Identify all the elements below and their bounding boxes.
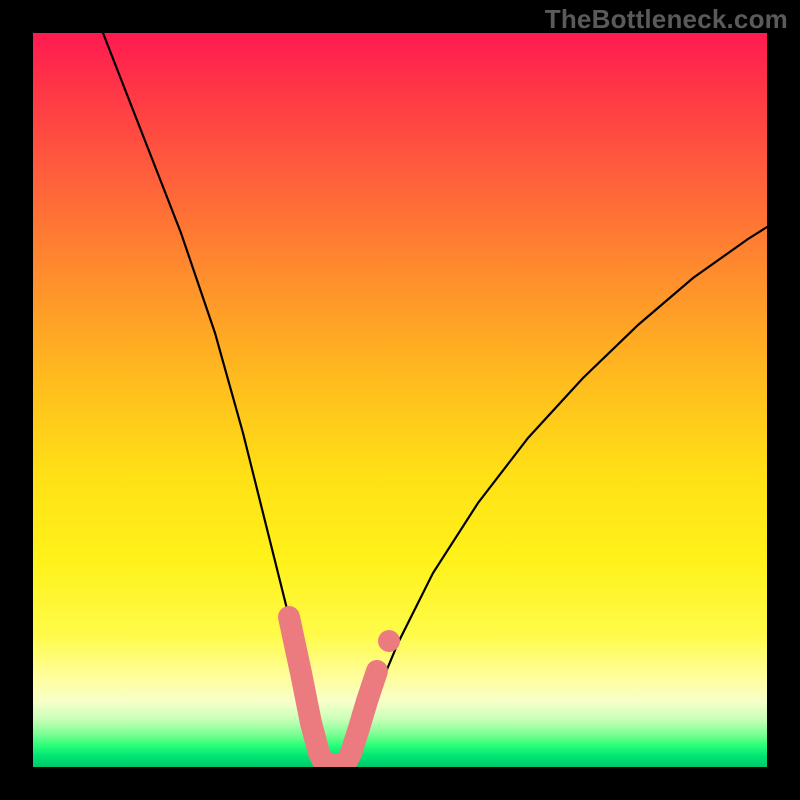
pink-highlight-right xyxy=(333,671,377,765)
pink-highlight-left xyxy=(289,617,325,765)
curves-svg xyxy=(33,33,767,767)
pink-highlight-dot xyxy=(378,630,400,652)
plot-area xyxy=(33,33,767,767)
watermark-text: TheBottleneck.com xyxy=(545,4,788,35)
right-curve xyxy=(349,227,767,765)
chart-container: TheBottleneck.com xyxy=(0,0,800,800)
